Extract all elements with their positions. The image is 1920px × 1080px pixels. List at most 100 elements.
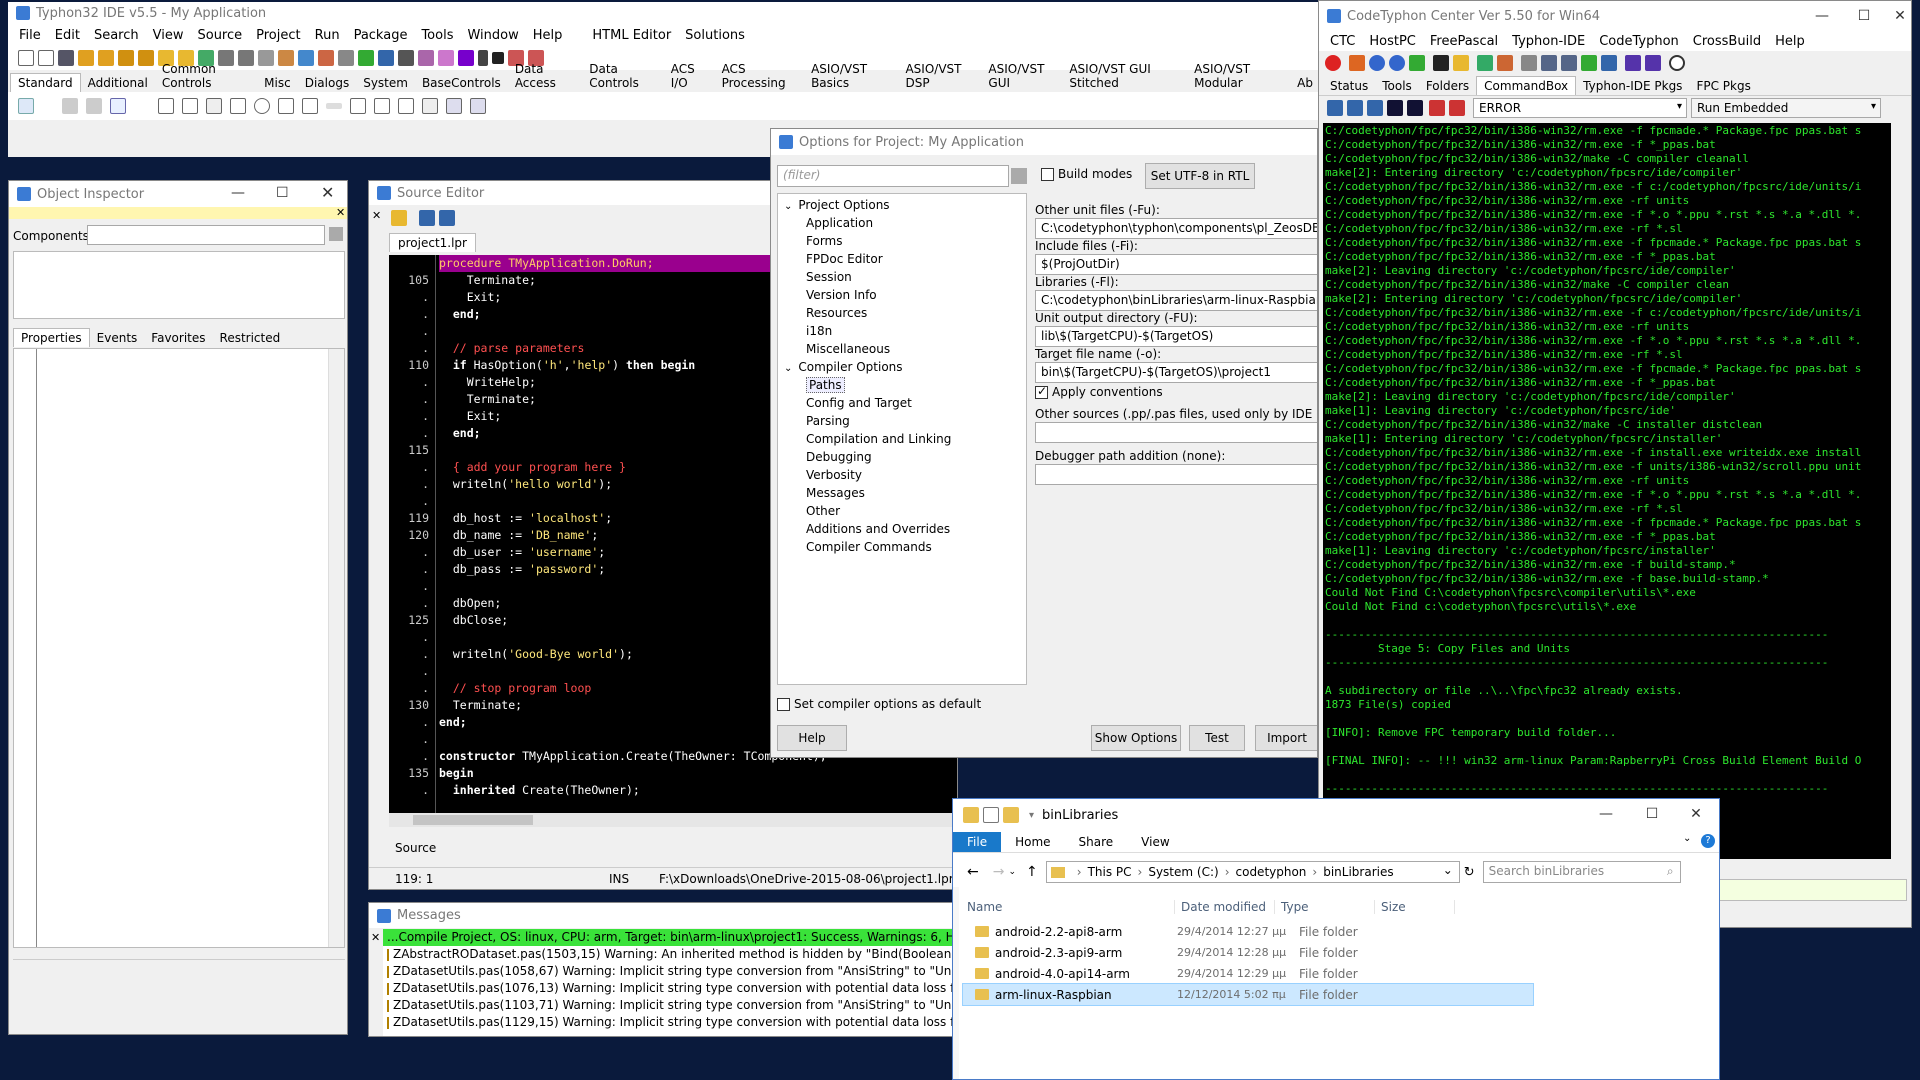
popup-menu-icon[interactable] <box>86 98 102 114</box>
message-item[interactable]: ...Compile Project, OS: linux, CPU: arm,… <box>383 929 957 946</box>
palette-tab[interactable]: ASIO/VST GUI Stitched <box>1062 60 1187 92</box>
options-tree[interactable]: ⌄ Project Options Application Forms FPDoc Ed… <box>777 193 1027 685</box>
file-row[interactable]: android-2.2-api8-arm 29/4/2014 12:27 μμ Fi… <box>963 921 1533 942</box>
search-input[interactable]: Search binLibraries ⌕ <box>1482 861 1681 883</box>
message-item[interactable]: ZDatasetUtils.pas(1076,13) Warning: Impl… <box>383 980 957 997</box>
hand-icon[interactable] <box>391 210 407 226</box>
menu-item-tools[interactable]: Tools <box>414 28 460 43</box>
folder-icon[interactable] <box>1453 55 1469 71</box>
play-icon[interactable] <box>458 50 474 66</box>
path-field-input[interactable]: C:\codetyphon\typhon\components\pl_ZeosD… <box>1035 218 1317 239</box>
paste-icon[interactable] <box>1367 99 1383 116</box>
palette-tab[interactable]: ACS I/O <box>664 60 715 92</box>
address-bar[interactable]: › This PC › System (C:) › codetyphon › binLibra… <box>1045 861 1460 883</box>
debugger-path-input[interactable] <box>1035 464 1317 485</box>
hscroll-thumb[interactable] <box>413 815 533 825</box>
save-all-icon[interactable] <box>138 50 154 66</box>
filter-clear-icon[interactable] <box>1011 168 1027 184</box>
module-icon[interactable] <box>1581 55 1597 71</box>
minimize-icon[interactable]: — <box>1799 1 1845 31</box>
label-icon[interactable] <box>134 98 150 114</box>
menu-item-window[interactable]: Window <box>460 28 525 43</box>
memo-icon[interactable] <box>182 98 198 114</box>
chip-icon[interactable] <box>1601 55 1617 71</box>
pointer-icon[interactable] <box>18 98 34 114</box>
message-item[interactable]: ZDatasetUtils.pas(1103,71) Warning: Impl… <box>383 997 957 1014</box>
step-icon[interactable] <box>438 50 454 66</box>
checkbox-icon[interactable] <box>230 98 246 114</box>
breadcrumb-item[interactable]: binLibraries <box>1323 865 1393 879</box>
palette-tab[interactable]: ACS Processing <box>715 60 805 92</box>
menu-item-solutions[interactable]: Solutions <box>678 28 752 43</box>
components-tree[interactable] <box>13 251 345 319</box>
save-icon[interactable] <box>58 50 74 66</box>
components-filter-input[interactable] <box>87 225 325 245</box>
palette-tab[interactable]: Standard <box>10 73 81 92</box>
forward-icon[interactable] <box>439 210 455 226</box>
edit-icon[interactable] <box>158 98 174 114</box>
tab-tools[interactable]: Tools <box>1375 77 1419 95</box>
properties-scrollbar[interactable] <box>328 349 344 947</box>
frame-icon[interactable] <box>446 98 462 114</box>
palette-tab[interactable]: ASIO/VST Basics <box>804 60 898 92</box>
column-header-date-modified[interactable]: Date modified <box>1175 900 1275 914</box>
close-dock-icon[interactable]: ✕ <box>336 206 345 219</box>
tab-events[interactable]: Events <box>90 329 145 347</box>
stop-icon[interactable] <box>492 52 504 64</box>
breadcrumb-item[interactable]: This PC <box>1088 865 1132 879</box>
run-mode-combo[interactable]: Run Embedded ▾ <box>1691 97 1881 118</box>
menu-item-run[interactable]: Run <box>308 28 347 43</box>
show-options-button[interactable]: Show Options <box>1091 725 1181 751</box>
address-dropdown-icon[interactable]: ⌄ <box>1443 863 1453 877</box>
palette-tab[interactable]: Data Access <box>508 60 582 92</box>
palette-tab[interactable]: System <box>356 74 415 92</box>
network-icon[interactable] <box>1541 55 1557 71</box>
checkbox[interactable] <box>1035 384 1048 399</box>
menu-item-html-editor[interactable]: HTML Editor <box>585 28 678 43</box>
file-list[interactable]: android-2.2-api8-arm 29/4/2014 12:27 μμ Fi… <box>962 921 1534 1006</box>
close-window-icon[interactable]: ✕ <box>1673 799 1719 829</box>
file-row[interactable]: arm-linux-Raspbian 12/12/2014 5:02 πμ File… <box>962 983 1534 1006</box>
menu-item-help[interactable]: Help <box>1768 34 1812 49</box>
column-header-name[interactable]: Name <box>961 900 1175 914</box>
save-project-icon[interactable] <box>118 50 134 66</box>
actionlist-icon[interactable] <box>470 98 486 114</box>
run-icon[interactable] <box>358 50 374 66</box>
tab-commandbox[interactable]: CommandBox <box>1476 76 1577 95</box>
navigation-pane[interactable] <box>953 887 959 1079</box>
tree-item-project-options[interactable]: ⌄ Project Options <box>778 196 1026 214</box>
palette-tab[interactable]: Dialogs <box>298 74 356 92</box>
menu-item-edit[interactable]: Edit <box>48 28 87 43</box>
properties-grid[interactable] <box>13 348 345 948</box>
tab-fpc-pkgs[interactable]: FPC Pkgs <box>1689 77 1757 95</box>
listbox-icon[interactable] <box>278 98 294 114</box>
build-modes-checkbox[interactable]: Build modes <box>1041 167 1132 181</box>
menu-item-view[interactable]: View <box>146 28 191 43</box>
new-icon[interactable] <box>18 50 34 66</box>
menu-item-file[interactable]: File <box>12 28 48 43</box>
path-field-input[interactable]: bin\$(TargetCPU)-$(TargetOS)\project1 <box>1035 362 1317 383</box>
inspector-icon[interactable] <box>258 50 274 66</box>
maximize-icon[interactable]: ☐ <box>276 185 289 201</box>
tab-folders[interactable]: Folders <box>1419 77 1476 95</box>
code-hscrollbar[interactable] <box>389 813 957 827</box>
menu-item-search[interactable]: Search <box>87 28 146 43</box>
log-vscrollbar[interactable] <box>1891 123 1907 859</box>
open-project-icon[interactable] <box>98 50 114 66</box>
path-field-input[interactable]: C:\codetyphon\binLibraries\arm-linux-Ras… <box>1035 290 1317 311</box>
expand-chevron-icon[interactable]: ⌄ <box>784 201 792 212</box>
package-icon[interactable] <box>318 50 334 66</box>
menu-item-hostpc[interactable]: HostPC <box>1362 34 1423 49</box>
radio-icon[interactable] <box>254 98 270 114</box>
palette-tab[interactable]: ASIO/VST GUI <box>981 60 1062 92</box>
button-icon[interactable] <box>110 98 126 114</box>
tab-properties[interactable]: Properties <box>13 328 90 347</box>
tab-status[interactable]: Status <box>1323 77 1375 95</box>
back-arrow-icon[interactable]: ← <box>967 864 979 880</box>
scrollbar-icon[interactable] <box>326 103 342 109</box>
combobox-icon[interactable] <box>302 98 318 114</box>
menu-item-codetyphon[interactable]: CodeTyphon <box>1592 34 1686 49</box>
tools-icon[interactable] <box>418 50 434 66</box>
minimize-icon[interactable]: — <box>231 185 245 201</box>
palette-tab[interactable]: ASIO/VST DSP <box>898 60 981 92</box>
